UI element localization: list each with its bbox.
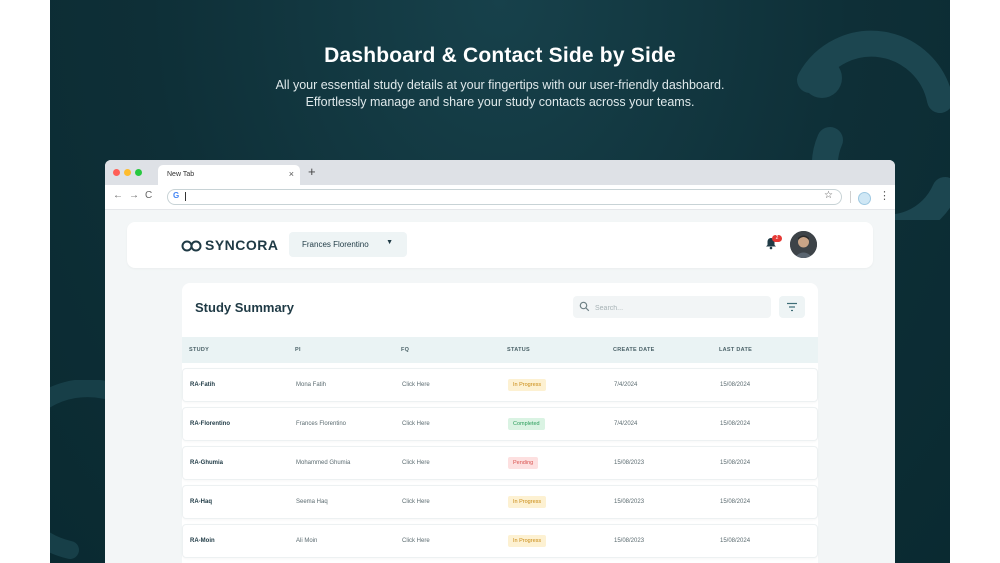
table-header: STUDY PI FQ STATUS CREATE DATE LAST DATE xyxy=(182,337,818,363)
app-header: SYNCORA Frances Florentino ▼ 2 xyxy=(127,222,873,268)
last-date-cell: 15/08/2024 xyxy=(720,421,751,427)
last-date-cell: 15/08/2024 xyxy=(720,538,751,544)
search-icon xyxy=(579,301,590,312)
study-cell: RA-Fatih xyxy=(190,382,215,388)
create-date-cell: 7/4/2024 xyxy=(614,421,638,427)
address-bar[interactable]: G ☆ xyxy=(167,189,842,205)
column-header-create-date[interactable]: CREATE DATE xyxy=(613,347,655,353)
pi-cell: Mohammed Ghumia xyxy=(296,460,351,466)
filter-button[interactable] xyxy=(779,296,805,318)
browser-profile-icon[interactable] xyxy=(858,192,871,205)
column-header-pi[interactable]: PI xyxy=(295,347,301,353)
fq-link[interactable]: Click Here xyxy=(402,382,430,388)
column-header-study[interactable]: STUDY xyxy=(189,347,209,353)
back-arrow-icon[interactable]: ← xyxy=(113,190,123,201)
status-badge: In Progress xyxy=(508,379,547,391)
browser-window: New Tab × + ← → C G ☆ ⋮ SYNCORA Frances … xyxy=(105,160,895,563)
selected-user-name: Frances Florentino xyxy=(302,240,369,249)
fq-link[interactable]: Click Here xyxy=(402,538,430,544)
create-date-cell: 15/08/2023 xyxy=(614,538,645,544)
bookmark-star-icon[interactable]: ☆ xyxy=(824,190,833,201)
pi-cell: Frances Florentino xyxy=(296,421,347,427)
window-minimize-dot[interactable] xyxy=(124,169,131,176)
study-cell: RA-Florentino xyxy=(190,421,230,427)
pi-cell: Seema Haq xyxy=(296,499,328,505)
browser-tab[interactable]: New Tab × xyxy=(158,165,300,185)
hero-title: Dashboard & Contact Side by Side xyxy=(324,44,676,67)
pi-cell: Mona Fatih xyxy=(296,382,327,388)
table-row[interactable]: RA-Moin Ali Moin Click Here In Progress … xyxy=(182,524,818,558)
study-cell: RA-Moin xyxy=(190,538,215,544)
hero-subtitle-line-1: All your essential study details at your… xyxy=(275,78,725,92)
create-date-cell: 15/08/2023 xyxy=(614,499,645,505)
browser-tab-bar: New Tab × + xyxy=(105,160,895,185)
fq-link[interactable]: Click Here xyxy=(402,421,430,427)
study-summary-card: Study Summary STUDY PI FQ STATUS xyxy=(182,283,818,563)
column-header-last-date[interactable]: LAST DATE xyxy=(719,347,752,353)
browser-tab-title: New Tab xyxy=(167,171,195,178)
status-badge: In Progress xyxy=(508,535,547,547)
browser-toolbar: ← → C G ☆ ⋮ xyxy=(105,185,895,210)
text-cursor xyxy=(185,192,186,201)
search-box xyxy=(573,296,771,318)
user-avatar[interactable] xyxy=(790,231,817,258)
create-date-cell: 7/4/2024 xyxy=(614,382,638,388)
last-date-cell: 15/08/2024 xyxy=(720,499,751,505)
user-dropdown[interactable]: Frances Florentino ▼ xyxy=(289,232,407,257)
create-date-cell: 15/08/2023 xyxy=(614,460,645,466)
table-row[interactable]: RA-Florentino Frances Florentino Click H… xyxy=(182,407,818,441)
forward-arrow-icon[interactable]: → xyxy=(129,190,139,201)
hero-subtitle-line-2: Effortlessly manage and share your study… xyxy=(305,95,695,109)
pi-cell: Ali Moin xyxy=(296,538,318,544)
filter-icon xyxy=(787,302,797,312)
status-badge: In Progress xyxy=(508,496,547,508)
toolbar-divider xyxy=(850,191,851,203)
table-row[interactable]: RA-Ghumia Mohammed Ghumia Click Here Pen… xyxy=(182,446,818,480)
column-header-fq[interactable]: FQ xyxy=(401,347,409,353)
promo-background: Dashboard & Contact Side by Side All you… xyxy=(50,0,950,563)
fq-link[interactable]: Click Here xyxy=(402,499,430,505)
study-cell: RA-Ghumia xyxy=(190,460,223,466)
avatar-person-icon xyxy=(790,231,817,258)
last-date-cell: 15/08/2024 xyxy=(720,460,751,466)
status-badge: Completed xyxy=(508,418,545,430)
window-maximize-dot[interactable] xyxy=(135,169,142,176)
status-badge: Pending xyxy=(508,457,539,469)
window-close-dot[interactable] xyxy=(113,169,120,176)
close-tab-icon[interactable]: × xyxy=(289,169,294,179)
search-input[interactable] xyxy=(593,299,767,317)
logo-text: SYNCORA xyxy=(205,237,279,253)
fq-link[interactable]: Click Here xyxy=(402,460,430,466)
google-icon: G xyxy=(173,191,180,200)
reload-icon[interactable]: C xyxy=(145,190,152,201)
notification-count-badge: 2 xyxy=(772,235,782,242)
table-row[interactable]: RA-Haq Seema Haq Click Here In Progress … xyxy=(182,485,818,519)
browser-menu-icon[interactable]: ⋮ xyxy=(879,189,890,202)
new-tab-button[interactable]: + xyxy=(308,164,316,179)
last-date-cell: 15/08/2024 xyxy=(720,382,751,388)
table-row[interactable]: RA-Fatih Mona Fatih Click Here In Progre… xyxy=(182,368,818,402)
column-header-status[interactable]: STATUS xyxy=(507,347,530,353)
study-cell: RA-Haq xyxy=(190,499,212,505)
study-summary-title: Study Summary xyxy=(195,300,294,315)
chevron-down-icon: ▼ xyxy=(386,239,393,246)
logo-mark-icon xyxy=(181,240,202,252)
